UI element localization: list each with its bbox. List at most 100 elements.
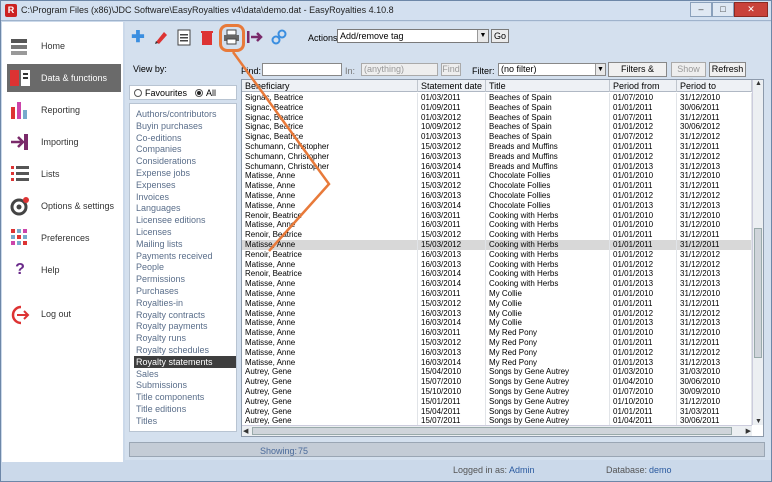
list-item[interactable]: Mailing lists: [134, 238, 236, 250]
find-input[interactable]: [262, 63, 342, 76]
column-header-beneficiary[interactable]: Beneficiary: [242, 80, 418, 92]
actions-dropdown[interactable]: Add/remove tag ▼: [337, 29, 489, 43]
table-row[interactable]: Schumann, Christopher 15/03/2012 Breads an…: [242, 142, 752, 152]
list-item[interactable]: Expenses: [134, 179, 236, 191]
sidebar-item-help[interactable]: ? Help: [7, 256, 121, 284]
list-item[interactable]: Companies: [134, 143, 236, 155]
sidebar-item-importing[interactable]: Importing: [7, 128, 121, 156]
table-row[interactable]: Matisse, Anne 16/03/2014 Cooking with Herb…: [242, 279, 752, 290]
list-item[interactable]: Authors/contributors: [134, 108, 236, 120]
list-item[interactable]: Expense jobs: [134, 167, 236, 179]
link-icon[interactable]: [270, 28, 288, 46]
scroll-right-icon[interactable]: ▶: [746, 427, 751, 435]
sidebar-item-home[interactable]: Home: [7, 32, 121, 60]
list-item[interactable]: Invoices: [134, 191, 236, 203]
horizontal-scroll-thumb[interactable]: [252, 427, 732, 435]
favourites-radio[interactable]: [134, 88, 142, 97]
table-row[interactable]: Matisse, Anne 16/03/2013 My Red Pony 01/01/…: [242, 347, 752, 358]
minimize-button[interactable]: –: [690, 2, 712, 17]
delete-icon[interactable]: [198, 28, 216, 46]
table-row[interactable]: Renoir, Beatrice 15/03/2012 Cooking with H…: [242, 230, 752, 241]
list-item[interactable]: Languages: [134, 202, 236, 214]
list-item[interactable]: Purchases: [134, 285, 236, 297]
sidebar-item-data[interactable]: Data & functions: [7, 64, 121, 92]
list-item[interactable]: Title components: [134, 391, 236, 403]
list-item[interactable]: Royalty schedules: [134, 344, 236, 356]
list-item[interactable]: People: [134, 261, 236, 273]
list-item[interactable]: Considerations: [134, 155, 236, 167]
table-row[interactable]: Renoir, Beatrice 16/03/2013 Cooking with H…: [242, 249, 752, 260]
list-item[interactable]: Permissions: [134, 273, 236, 285]
sidebar-item-reporting[interactable]: Reporting: [7, 96, 121, 124]
table-row[interactable]: Matisse, Anne 16/03/2011 My Red Pony 01/01/…: [242, 328, 752, 339]
table-row[interactable]: Matisse, Anne 16/03/2011 My Collie 01/01/20…: [242, 289, 752, 299]
in-dropdown[interactable]: (anything): [361, 63, 438, 76]
all-radio[interactable]: [195, 88, 204, 97]
column-header-period-to[interactable]: Period to: [677, 80, 752, 92]
table-row[interactable]: Autrey, Gene 15/04/2010 Songs by Gene Autr…: [242, 367, 752, 378]
table-row[interactable]: Signac, Beatrice 10/09/2012 Beaches of Spa…: [242, 122, 752, 133]
refresh-button[interactable]: Refresh: [709, 62, 746, 77]
table-row[interactable]: Signac, Beatrice 01/03/2013 Beaches of Spa…: [242, 132, 752, 143]
document-icon[interactable]: [175, 28, 193, 46]
list-item[interactable]: Submissions: [134, 379, 236, 391]
list-item[interactable]: Sales: [134, 368, 236, 380]
list-item[interactable]: Title editions: [134, 403, 236, 415]
scroll-left-icon[interactable]: ◀: [243, 427, 248, 435]
column-header-statement-date[interactable]: Statement date: [418, 80, 486, 92]
vertical-scroll-thumb[interactable]: [754, 228, 762, 358]
table-row[interactable]: Autrey, Gene 15/10/2010 Songs by Gene Autr…: [242, 387, 752, 397]
go-button[interactable]: Go: [491, 29, 509, 43]
table-row[interactable]: Schumann, Christopher 16/03/2014 Breads an…: [242, 161, 752, 172]
column-header-period-from[interactable]: Period from: [610, 80, 677, 92]
find-button[interactable]: Find: [441, 63, 461, 76]
table-row[interactable]: Matisse, Anne 16/03/2013 My Collie 01/01/20…: [242, 308, 752, 319]
table-row[interactable]: Renoir, Beatrice 16/03/2011 Cooking with H…: [242, 210, 752, 221]
list-item[interactable]: Buyin purchases: [134, 120, 236, 132]
export-icon[interactable]: [246, 28, 264, 46]
table-row[interactable]: Matisse, Anne 16/03/2011 Chocolate Follies…: [242, 171, 752, 182]
list-item[interactable]: Titles: [134, 415, 236, 427]
table-row[interactable]: Matisse, Anne 16/03/2014 My Collie 01/01/20…: [242, 318, 752, 329]
table-row[interactable]: Signac, Beatrice 01/09/2011 Beaches of Spa…: [242, 102, 752, 113]
scroll-up-icon[interactable]: ▲: [755, 80, 762, 87]
table-row[interactable]: Matisse, Anne 15/03/2012 Chocolate Follies…: [242, 181, 752, 192]
list-item[interactable]: Licensee editions: [134, 214, 236, 226]
table-row[interactable]: Matisse, Anne 16/03/2013 Cooking with Herb…: [242, 259, 752, 270]
list-item[interactable]: Royalty contracts: [134, 309, 236, 321]
table-row[interactable]: Autrey, Gene 15/01/2011 Songs by Gene Autr…: [242, 396, 752, 407]
filter-dropdown[interactable]: (no filter) ▼: [498, 63, 606, 76]
table-row[interactable]: Autrey, Gene 15/07/2010 Songs by Gene Autr…: [242, 377, 752, 388]
maximize-button[interactable]: □: [712, 2, 734, 17]
sidebar-item-logout[interactable]: Log out: [7, 300, 121, 328]
list-item[interactable]: Co-editions: [134, 132, 236, 144]
horizontal-scrollbar[interactable]: ◀ ▶: [242, 425, 752, 436]
edit-icon[interactable]: [152, 28, 170, 46]
table-row[interactable]: Matisse, Anne 15/03/2012 My Collie 01/01/20…: [242, 298, 752, 309]
column-header-title[interactable]: Title: [486, 80, 610, 92]
list-item[interactable]: Licenses: [134, 226, 236, 238]
list-item[interactable]: Royalty payments: [134, 320, 236, 332]
table-row[interactable]: Signac, Beatrice 01/03/2011 Beaches of Spa…: [242, 93, 752, 103]
table-row[interactable]: Schumann, Christopher 16/03/2013 Breads an…: [242, 151, 752, 162]
table-row[interactable]: Matisse, Anne 15/03/2012 My Red Pony 01/01/…: [242, 338, 752, 348]
list-item[interactable]: Royalty runs: [134, 332, 236, 344]
close-button[interactable]: ✕: [734, 2, 768, 17]
table-row[interactable]: Matisse, Anne 16/03/2011 Cooking with Herb…: [242, 220, 752, 231]
show-all-button[interactable]: Show all: [671, 62, 706, 87]
list-item[interactable]: Royalties-in: [134, 297, 236, 309]
add-icon[interactable]: ✚: [129, 28, 147, 46]
table-row[interactable]: Matisse, Anne 16/03/2014 Chocolate Follies…: [242, 200, 752, 211]
filters-tags-button[interactable]: Filters & tags...: [608, 62, 667, 87]
table-row[interactable]: Renoir, Beatrice 16/03/2014 Cooking with H…: [242, 269, 752, 280]
list-item[interactable]: Royalty statements: [134, 355, 236, 368]
sidebar-item-options[interactable]: Options & settings: [7, 192, 121, 220]
table-row[interactable]: Autrey, Gene 15/04/2011 Songs by Gene Autr…: [242, 406, 752, 417]
sidebar-item-lists[interactable]: Lists: [7, 160, 121, 188]
table-row[interactable]: Matisse, Anne 16/03/2013 Chocolate Follies…: [242, 191, 752, 201]
table-row[interactable]: Matisse, Anne 16/03/2014 My Red Pony 01/01/…: [242, 357, 752, 368]
sidebar-item-preferences[interactable]: Preferences: [7, 224, 121, 252]
scroll-down-icon[interactable]: ▼: [755, 418, 762, 425]
table-row[interactable]: Signac, Beatrice 01/03/2012 Beaches of Spa…: [242, 112, 752, 123]
table-row[interactable]: Matisse, Anne 15/03/2012 Cooking with Herb…: [242, 240, 752, 250]
